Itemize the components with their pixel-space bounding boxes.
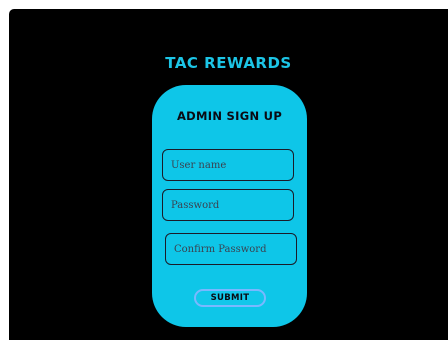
username-input[interactable] (162, 149, 294, 181)
confirm-password-input[interactable] (165, 233, 297, 265)
brand-title: TAC REWARDS (165, 54, 292, 72)
form-title: ADMIN SIGN UP (176, 109, 283, 123)
app-screen: TAC REWARDS ADMIN SIGN UP SUBMIT (9, 9, 448, 340)
submit-button[interactable]: SUBMIT (194, 289, 266, 307)
admin-signup-card: ADMIN SIGN UP SUBMIT (152, 85, 307, 327)
password-input[interactable] (162, 189, 294, 221)
